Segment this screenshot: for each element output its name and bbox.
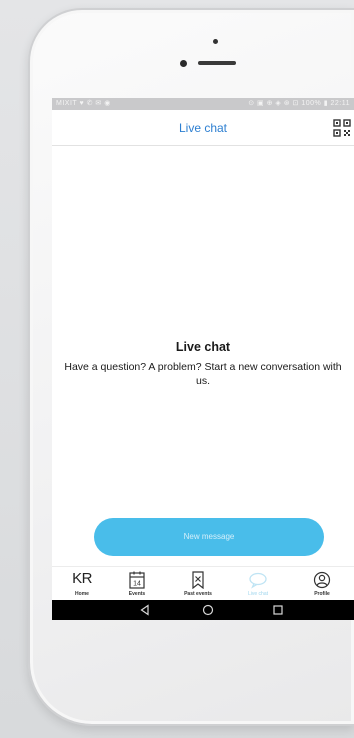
tab-events-label: Events xyxy=(128,591,146,597)
chat-empty-state: Live chat Have a question? A problem? St… xyxy=(52,340,354,388)
empty-state-description: Have a question? A problem? Start a new … xyxy=(64,361,342,387)
tab-profile[interactable]: Profile xyxy=(292,567,352,601)
tab-events[interactable]: 14 Events xyxy=(107,567,167,601)
tab-home[interactable]: KR Home xyxy=(52,567,112,601)
new-message-button[interactable]: New message xyxy=(94,518,324,556)
empty-state-title: Live chat xyxy=(175,340,231,354)
qr-code-icon xyxy=(333,119,351,137)
tab-live-chat-label: Live chat xyxy=(247,591,268,597)
status-bar: MIXIT ♥ ✆ ✉ ◉ ⊙ ▣ ⊕ ◈ ⊛ ⊡ 100% ▮ 22:11 xyxy=(52,98,354,110)
system-navigation-bar xyxy=(52,600,354,620)
status-bar-left: MIXIT ♥ ✆ ✉ ◉ xyxy=(56,100,111,107)
screenshot-stage: MIXIT ♥ ✆ ✉ ◉ ⊙ ▣ ⊕ ◈ ⊛ ⊡ 100% ▮ 22:11 L… xyxy=(0,0,354,738)
qr-code-button[interactable] xyxy=(332,118,352,138)
front-camera xyxy=(180,60,187,67)
proximity-sensor xyxy=(213,39,218,44)
tab-profile-label: Profile xyxy=(314,591,330,597)
status-bar-right: ⊙ ▣ ⊕ ◈ ⊛ ⊡ 100% ▮ 22:11 xyxy=(248,100,350,107)
kr-logo-icon: KR xyxy=(72,570,92,587)
calendar-icon: 14 xyxy=(129,571,145,589)
page-title: Live chat xyxy=(178,121,228,135)
svg-text:14: 14 xyxy=(133,581,141,588)
profile-icon xyxy=(313,571,331,589)
app-bar: Live chat xyxy=(52,110,354,146)
tab-past-events-label: Past events xyxy=(184,591,212,597)
bookmark-icon xyxy=(192,571,204,589)
home-circle-icon[interactable] xyxy=(202,604,214,616)
chat-icon xyxy=(249,572,267,589)
earpiece-speaker xyxy=(198,61,236,65)
back-triangle-icon[interactable] xyxy=(139,604,151,616)
tab-home-label: Home xyxy=(75,591,89,597)
tab-past-events[interactable]: Past events xyxy=(168,567,228,601)
bottom-tab-bar: KR Home 14 Events Past events Live chat … xyxy=(52,566,354,600)
recents-square-icon[interactable] xyxy=(272,604,284,616)
tab-live-chat[interactable]: Live chat xyxy=(228,567,288,601)
phone-screen: MIXIT ♥ ✆ ✉ ◉ ⊙ ▣ ⊕ ◈ ⊛ ⊡ 100% ▮ 22:11 L… xyxy=(52,98,354,620)
